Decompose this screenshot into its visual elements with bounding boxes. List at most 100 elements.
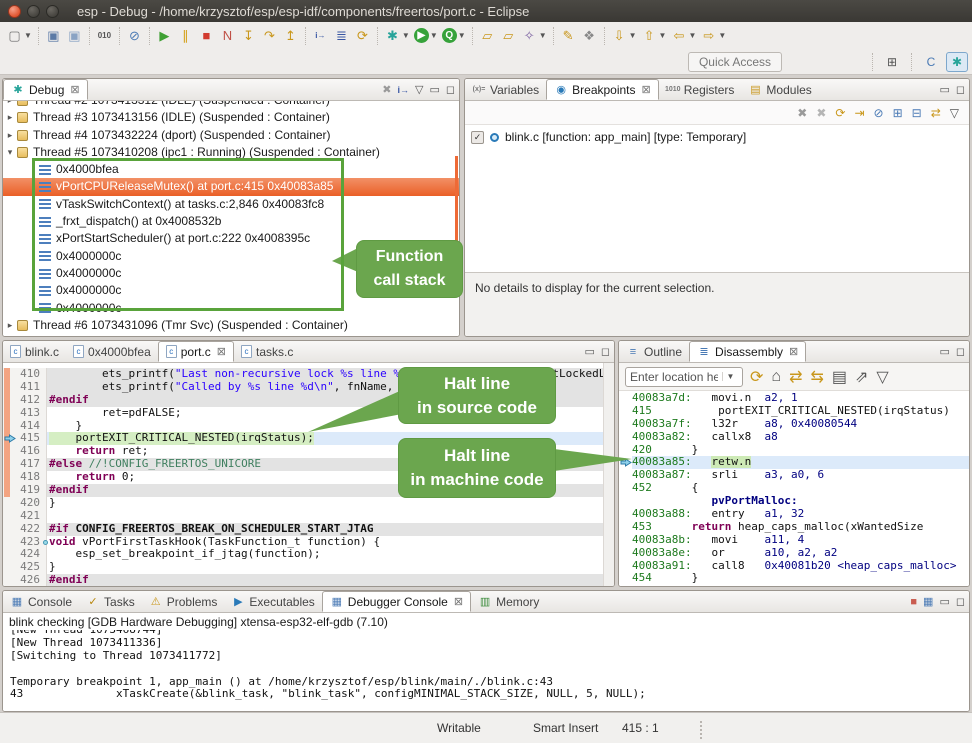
instruction-stepping-mode-icon[interactable]: i→ [397,85,409,95]
refresh-icon[interactable]: ⟳ [750,367,763,387]
disasm-gutter[interactable] [619,508,632,521]
show-breakpoints-for-selection-icon[interactable]: ⟳ [835,106,845,120]
search-icon[interactable]: ✧ [521,27,538,44]
tab-debug[interactable]: ✱Debug⊠ [3,79,88,100]
editor-annotation-ruler[interactable] [3,523,17,536]
back-history-button[interactable]: ⇦▼ [668,25,698,47]
disasm-gutter[interactable] [619,405,632,418]
thread-row[interactable]: ▸Thread #3 1073413156 (IDLE) (Suspended … [3,109,459,126]
combo-dropdown-icon[interactable]: ▼ [722,372,738,381]
dropdown-arrow-icon[interactable]: ▼ [24,31,32,40]
disasm-gutter[interactable] [619,572,632,585]
disasm-gutter[interactable] [619,418,632,431]
thread-row[interactable]: ▸Thread #6 1073431096 (Tmr Svc) (Suspend… [3,317,459,334]
location-combo[interactable]: ▼ [625,367,743,387]
display-selected-console-icon[interactable]: ▦ [923,595,933,608]
terminate-button[interactable]: ■ [196,25,217,47]
editor-annotation-ruler[interactable] [3,471,17,484]
debug-launch-button[interactable]: ✱▼ [382,25,412,47]
dropdown-arrow-icon[interactable]: ▼ [430,31,438,40]
run-launch-button[interactable]: ▶▼ [412,25,440,47]
disasm-gutter[interactable] [619,547,632,560]
disasm-gutter[interactable] [619,431,632,444]
minimize-icon[interactable]: ▭ [584,345,594,358]
save-button[interactable]: ▣ [43,25,64,47]
tab-0x4000bfea[interactable]: c0x4000bfea [66,341,158,362]
terminate-icon[interactable]: ■ [198,27,215,44]
new-view-icon[interactable]: ▤ [832,367,847,387]
minimize-icon[interactable]: ▭ [939,595,949,608]
dropdown-arrow-icon[interactable]: ▼ [539,31,547,40]
editor-annotation-ruler[interactable] [3,458,17,471]
disasm-gutter[interactable] [619,392,632,405]
maximize-icon[interactable]: ◻ [446,83,455,96]
suspend-button[interactable]: ∥ [175,25,196,47]
console-output[interactable]: [New Thread 1073468744][New Thread 10734… [3,630,969,712]
annotations-icon[interactable]: ❖ [581,27,598,44]
debug-launch-icon[interactable]: ✱ [384,27,401,44]
tab-close-icon[interactable]: ⊠ [642,83,651,96]
tab-registers[interactable]: 1010Registers [659,79,742,100]
terminate-console-icon[interactable]: ■ [910,596,917,608]
search-button[interactable]: ✧▼ [519,25,549,47]
dropdown-arrow-icon[interactable]: ▼ [402,31,410,40]
step-over-icon[interactable]: ↷ [261,27,278,44]
editor-annotation-ruler[interactable] [3,394,17,407]
dropdown-arrow-icon[interactable]: ▼ [458,31,466,40]
tab-tasks[interactable]: ✓Tasks [79,591,142,612]
dropdown-arrow-icon[interactable]: ▼ [659,31,667,40]
location-input[interactable] [626,370,722,384]
tab-modules[interactable]: ▤Modules [741,79,818,100]
cpp-perspective-button[interactable]: C [920,52,942,72]
tree-expander-icon[interactable]: ▾ [3,144,17,161]
go-to-last-edit-button[interactable]: ⇧▼ [639,25,669,47]
tab-variables[interactable]: (x)=Variables [465,79,546,100]
sync-active-context-icon[interactable]: ⇄ [789,367,802,387]
view-menu-icon[interactable]: ▽ [415,83,423,96]
registers-binary-icon[interactable]: 010 [96,27,113,44]
tree-expander-icon[interactable]: ▸ [3,317,17,334]
editor-annotation-ruler[interactable] [3,497,17,510]
editor-annotation-ruler[interactable] [3,368,17,381]
resume-icon[interactable]: ▶ [156,27,173,44]
instruction-stepping-button[interactable]: i→ [310,25,331,47]
disasm-gutter[interactable] [619,585,632,587]
window-maximize-button[interactable] [46,5,59,18]
tree-expander-icon[interactable]: ▸ [3,101,17,109]
remove-selected-breakpoints-icon[interactable]: ✖ [797,106,807,120]
disasm-gutter[interactable] [619,482,632,495]
go-to-file-for-breakpoint-icon[interactable]: ⇥ [854,106,864,120]
editor-annotation-ruler[interactable] [3,561,17,574]
forward-history-button[interactable]: ⇨▼ [698,25,728,47]
editor-annotation-ruler[interactable] [3,536,17,549]
home-icon[interactable]: ⌂ [771,368,781,386]
tab-debugger-console[interactable]: ▦Debugger Console⊠ [322,591,471,612]
tab-blink-c[interactable]: cblink.c [3,341,66,362]
tab-close-icon[interactable]: ⊠ [789,345,798,358]
editor-annotation-ruler[interactable] [3,484,17,497]
skip-all-breakpoints-button[interactable]: ⊘ [124,25,145,47]
show-debug-context-icon[interactable]: ≣ [333,27,350,44]
maximize-icon[interactable]: ◻ [601,345,610,358]
thread-row[interactable]: ▸Thread #2 1073413312 (IDLE) (Suspended … [3,101,459,109]
minimize-icon[interactable]: ▭ [429,83,439,96]
external-tools-button[interactable]: Q▼ [440,25,468,47]
step-return-button[interactable]: ↥ [280,25,301,47]
remove-all-breakpoints-icon[interactable]: ✖ [816,106,826,120]
save-all-icon[interactable]: ▣ [66,27,83,44]
run-launch-icon[interactable]: ▶ [414,28,429,43]
tree-expander-icon[interactable]: ▸ [3,127,17,144]
dropdown-arrow-icon[interactable]: ▼ [718,31,726,40]
maximize-icon[interactable]: ◻ [956,595,965,608]
tab-console[interactable]: ▦Console [3,591,79,612]
minimize-icon[interactable]: ▭ [939,83,949,96]
editor-annotation-ruler[interactable] [3,407,17,420]
tab-close-icon[interactable]: ⊠ [217,345,226,358]
step-into-icon[interactable]: ↧ [240,27,257,44]
resume-button[interactable]: ▶ [154,25,175,47]
mark-occurrences-icon[interactable]: ✎ [560,27,577,44]
save-all-button[interactable]: ▣ [64,25,85,47]
dropdown-arrow-icon[interactable]: ▼ [688,31,696,40]
editor-annotation-ruler[interactable] [3,548,17,561]
new-wizard-button[interactable]: ▢▼ [4,25,34,47]
